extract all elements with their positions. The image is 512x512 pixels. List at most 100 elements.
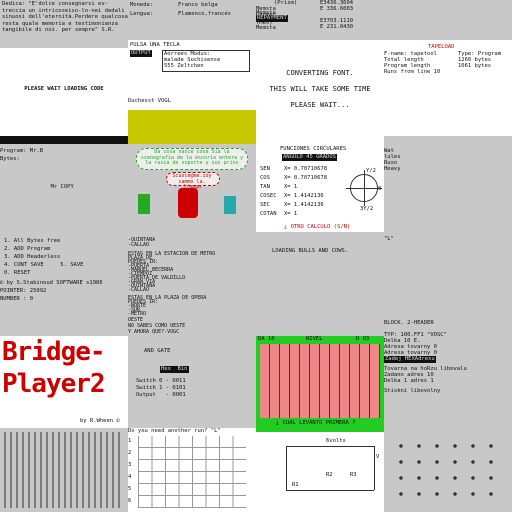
gate-title: AND GATE [144,348,171,354]
converting-panel: CONVERTING FONT. THIS WILL TAKE SOME TIM… [256,40,384,144]
dots-panel [384,428,512,512]
metro-line: -METRO [128,311,147,317]
gate-header: Hex Bin [160,366,189,373]
chargrid-row-label: 6 [128,498,132,504]
gris-line: Heavy [384,166,401,172]
trig-fn: COTAN [260,211,277,217]
gate-panel: AND GATE Hex Bin Switch 0 - 0011 Switch … [128,336,256,428]
menu-item[interactable]: 4. CONT SAVE 5. SAVE [4,262,83,269]
trig-footer[interactable]: ¿ OTRO CALCULO (S/N) [284,224,350,231]
menu-item[interactable]: 0. RESET [4,270,31,277]
phonebook-name: Memsta [256,25,276,31]
pulsa-footer: Duchesst VOGL [128,98,172,104]
axis-y2: 3Y/2 [360,206,374,212]
loading-panel: PLEASE WAIT LOADING CODE [0,40,128,144]
block-line[interactable]: Stiskni libovolny [384,388,440,395]
circuit-panel: 6volts V R1 R2 R3 [256,432,384,512]
trig-subtitle: ANGULO 45 GRADOS [282,154,337,161]
loading-message: PLEASE WAIT LOADING CODE [24,86,104,92]
block-line: Delka 1 adres 1 [384,378,434,384]
trig-title: FUNCIONES CIRCULARES [280,146,347,152]
green-header: D 03 [356,336,370,342]
menu-number: NUMBER : 0 [0,296,34,302]
chargrid-row-label: 5 [128,486,132,492]
bulls-panel: LOADING BULLS AND COWS. [256,232,384,336]
block-panel: BLOCK. 2-HEADER TYP: 100.FF1 "VOSC" Delk… [384,316,512,428]
program-line: Program: Mr.B [0,148,44,154]
circuit-r1: R1 [292,482,299,488]
program-panel: Program: Mr.B Bytes: Mr COPY [0,144,128,232]
card-grid[interactable] [260,344,380,418]
robot-blue [224,196,236,214]
trig-fn: SEC [260,202,270,208]
metro-panel: -QUINTANA -CALLAO ESTAS EN LA ESTACION D… [128,232,256,336]
robot-red [178,188,198,218]
phonebook-header: (Prism) [274,0,298,6]
pulsa-output-label: OUTPUT [130,50,152,57]
menu-item[interactable]: 2. ADD Program [4,246,50,253]
robot-green [138,194,150,214]
glyph-panel [0,428,128,512]
lengua-value: Flamenco,francés [178,11,231,17]
gate-row: Switch 0 - 0011 [136,378,186,384]
trig-val: X= 1.4142136 [284,193,324,199]
dedica-text: Dedica: "E'dolce consegnarsi ev- treccia… [2,1,128,33]
tape-title: TAPELOAD [428,44,455,50]
metro-line: NO SABES COMO OESTE [128,323,186,329]
moneda-label: Moneda: [130,2,154,8]
cartoon-bubble: Da cosa nasce cosa Sia la scenografía de… [140,149,244,166]
chargrid-panel: Do you need another run? "L" 1 2 3 4 5 6 [128,428,256,512]
pulsa-panel: PULSA UNA TECLA OUTPUT Aorrees Modus: ma… [128,40,256,144]
trig-panel: FUNCIONES CIRCULARES ANGULO 45 GRADOS SE… [256,144,384,232]
bridge-title: Bridge- [2,337,106,367]
bulls-mark: "L" [384,236,394,242]
converting-line: THIS WILL TAKE SOME TIME [269,85,371,93]
trig-val: X= 1.4142136 [284,202,324,208]
block-highlight: Zadej HEXAdresu [384,356,436,363]
metro-line: -CALLAO [128,242,150,248]
chargrid-row-label: 1 [128,438,132,444]
metro-line: -CALLAO [128,287,150,293]
chargrid-row-label: 4 [128,474,132,480]
axis-y: Y/2 [366,168,376,174]
gris-panel: Wat lules Ruso Heavy [384,144,512,232]
trig-val: X= 0.70710678 [284,175,328,181]
menu-item[interactable]: 1. All Bytes free [4,238,60,245]
metro-line: OESTE [128,317,144,323]
bridge-title-2: Player2 [2,369,106,399]
greenboard-panel: DA 10 NIVEL D 03 ¿ CUAL LEVANTO PRIMERA … [256,336,384,432]
bridge-credit: by R.Wheen © [80,418,120,424]
converting-line: CONVERTING FONT. [286,69,354,77]
tape-panel: TAPELOAD F-name: tapetool Type: Program … [384,40,512,144]
chargrid-cells[interactable] [138,436,246,508]
green-header: DA 10 [258,336,275,342]
program-line: Bytes: [0,156,20,162]
green-footer[interactable]: ¿ CUAL LEVANTO PRIMERA ? [276,420,355,427]
menu-credit: © by S.Stabinoud SOFTWARE s1986 [0,280,103,286]
trig-val: X= 0.70710678 [284,166,328,172]
bridge-panel: Bridge- Player2 by R.Wheen © [0,336,128,428]
pulsa-line: 555 Zeltchen [164,63,204,69]
chargrid-row-label: 3 [128,462,132,468]
trig-fn: TAN [260,184,270,190]
cartoon-panel: Da cosa nasce cosa Sia la scenografía de… [128,144,256,232]
gate-row: Output - 0001 [136,392,186,398]
tape-label: Runs from line 10 [384,69,441,75]
menu-item[interactable]: 3. ADD Headerless [4,254,60,261]
circuit-r2: R2 [326,472,333,478]
moneda-value: Franco belga [178,2,218,8]
menu-pointer: POINTER: 25092 [0,288,47,294]
phonebook-num: E 336.6003 [320,6,354,12]
trig-fn: COS [260,175,270,181]
trig-val: X= 1 [284,211,298,217]
lengua-label: Lengua: [130,11,154,17]
bulls-loading: LOADING BULLS AND COWS. [272,248,349,254]
phonebook-num: E 231.0430 [320,24,354,30]
axis-x: 0 [378,186,382,192]
chargrid-row-label: 2 [128,450,132,456]
metro-line[interactable]: Y AHORA QUE?-VOGC [128,329,179,335]
pulsa-title: PULSA UNA TECLA [130,42,180,48]
trig-val: X= 1 [284,184,298,190]
trig-fn: COSEC [260,193,277,199]
circuit-label: 6volts [326,438,346,444]
